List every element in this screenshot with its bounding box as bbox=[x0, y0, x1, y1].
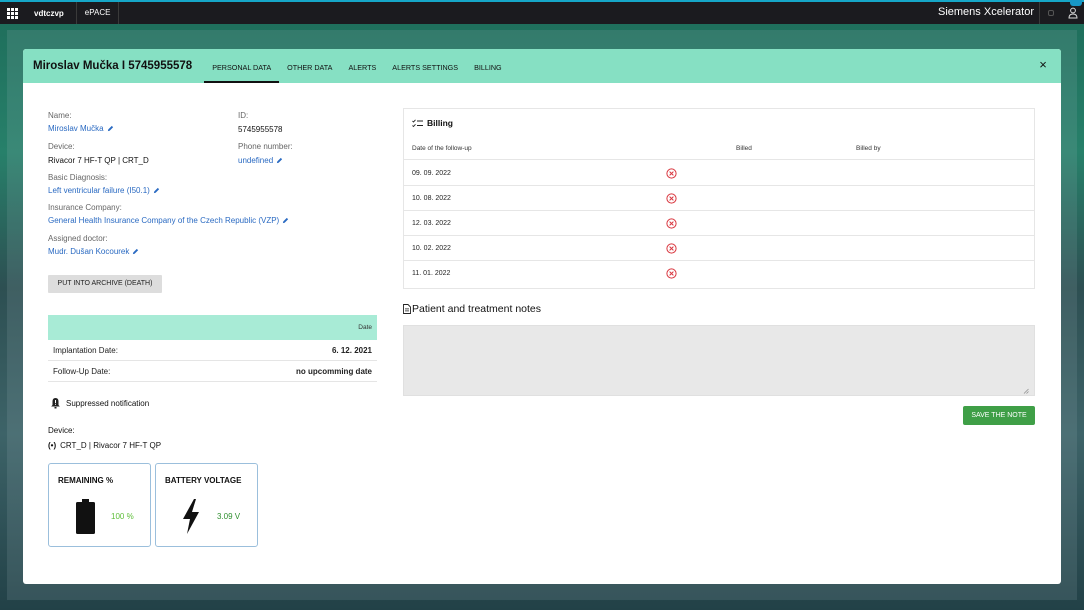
insurance-value-link[interactable]: General Health Insurance Company of the … bbox=[48, 216, 289, 225]
modal-title: Miroslav Mučka I 5745955578 bbox=[33, 60, 193, 72]
notes-title: Patient and treatment notes bbox=[403, 303, 541, 315]
module-tab[interactable]: ePACE bbox=[75, 2, 120, 24]
close-button[interactable]: × bbox=[1037, 58, 1049, 71]
remaining-card: REMAINING % 100 % bbox=[48, 463, 151, 547]
col-billed-by-header: Billed by bbox=[856, 145, 881, 152]
notes-title-text: Patient and treatment notes bbox=[412, 303, 541, 315]
lightning-icon bbox=[183, 499, 199, 534]
id-label: ID: bbox=[238, 111, 249, 120]
doctor-label: Assigned doctor: bbox=[48, 234, 108, 243]
tab-alerts[interactable]: ALERTS bbox=[340, 49, 384, 83]
document-icon bbox=[403, 304, 411, 314]
device-section-label: Device: bbox=[48, 426, 75, 435]
brand-name: Siemens Xcelerator bbox=[938, 6, 1034, 18]
phone-value: undefined bbox=[238, 156, 274, 165]
table-row: 10. 02. 2022 bbox=[404, 236, 1034, 261]
app-name[interactable]: vdtczvp bbox=[34, 9, 64, 18]
diagnosis-label: Basic Diagnosis: bbox=[48, 173, 108, 182]
modal-header: Miroslav Mučka I 5745955578 PERSONAL DAT… bbox=[23, 49, 1061, 83]
patient-modal: Miroslav Mučka I 5745955578 PERSONAL DAT… bbox=[23, 49, 1061, 584]
billing-header: Date of the follow-up Billed Billed by bbox=[404, 140, 1034, 160]
billing-date: 10. 08. 2022 bbox=[412, 195, 451, 202]
resize-grip-icon[interactable] bbox=[1023, 388, 1029, 394]
dates-table: Date Implantation Date: 6. 12. 2021 Foll… bbox=[48, 315, 377, 382]
id-value: 5745955578 bbox=[238, 125, 283, 134]
name-value-link[interactable]: Miroslav Mučka bbox=[48, 124, 114, 133]
tab-alerts-settings[interactable]: ALERTS SETTINGS bbox=[384, 49, 466, 83]
error-circle-icon[interactable] bbox=[666, 168, 677, 179]
followup-label: Follow-Up Date: bbox=[53, 366, 111, 376]
device-value: Rivacor 7 HF-T QP | CRT_D bbox=[48, 156, 149, 165]
billing-panel: Billing Date of the follow-up Billed Bil… bbox=[403, 108, 1035, 289]
phone-value-link[interactable]: undefined bbox=[238, 156, 283, 165]
doctor-value: Mudr. Dušan Kocourek bbox=[48, 247, 130, 256]
signal-icon: (•) bbox=[48, 441, 57, 450]
device-line: (•) CRT_D | Rivacor 7 HF-T QP bbox=[48, 441, 161, 450]
table-row: Implantation Date: 6. 12. 2021 bbox=[48, 340, 377, 361]
table-row: 10. 08. 2022 bbox=[404, 186, 1034, 211]
voltage-title: BATTERY VOLTAGE bbox=[165, 476, 242, 485]
pencil-icon[interactable] bbox=[107, 125, 114, 132]
phone-label: Phone number: bbox=[238, 142, 293, 151]
billing-date: 11. 01. 2022 bbox=[412, 270, 451, 277]
table-row: 11. 01. 2022 bbox=[404, 261, 1034, 286]
implantation-value: 6. 12. 2021 bbox=[331, 345, 372, 355]
save-note-button[interactable]: SAVE THE NOTE bbox=[963, 406, 1035, 425]
billing-date: 10. 02. 2022 bbox=[412, 245, 451, 252]
pencil-icon[interactable] bbox=[282, 217, 289, 224]
app-grid-icon[interactable] bbox=[7, 7, 18, 19]
error-circle-icon[interactable] bbox=[666, 193, 677, 204]
error-circle-icon[interactable] bbox=[666, 243, 677, 254]
col-billed-header: Billed bbox=[736, 145, 752, 152]
name-label: Name: bbox=[48, 111, 72, 120]
suppressed-text: Suppressed notification bbox=[66, 398, 150, 408]
pencil-icon[interactable] bbox=[276, 157, 283, 164]
notes-textarea[interactable] bbox=[403, 325, 1035, 396]
voltage-card: BATTERY VOLTAGE 3.09 V bbox=[155, 463, 258, 547]
insurance-label: Insurance Company: bbox=[48, 203, 122, 212]
diagnosis-value-link[interactable]: Left ventricular failure (I50.1) bbox=[48, 186, 160, 195]
table-row: Follow-Up Date: no upcomming date bbox=[48, 361, 377, 382]
user-icon[interactable] bbox=[1068, 7, 1078, 19]
archive-button[interactable]: PUT INTO ARCHIVE (DEATH) bbox=[48, 275, 162, 293]
tab-bar: PERSONAL DATA OTHER DATA ALERTS ALERTS S… bbox=[204, 49, 509, 83]
implantation-label: Implantation Date: bbox=[53, 345, 118, 355]
divider bbox=[1039, 2, 1040, 24]
voltage-value: 3.09 V bbox=[217, 512, 241, 521]
table-row: 09. 09. 2022 bbox=[404, 161, 1034, 186]
insurance-value: General Health Insurance Company of the … bbox=[48, 216, 280, 225]
alarm-bell-icon bbox=[51, 398, 60, 409]
billing-date: 12. 03. 2022 bbox=[412, 220, 451, 227]
remaining-value: 100 % bbox=[111, 512, 134, 521]
billing-title: Billing bbox=[412, 118, 453, 128]
battery-icon bbox=[76, 499, 95, 534]
error-circle-icon[interactable] bbox=[666, 268, 677, 279]
remaining-title: REMAINING % bbox=[58, 476, 114, 485]
checklist-icon bbox=[412, 118, 423, 127]
doctor-value-link[interactable]: Mudr. Dušan Kocourek bbox=[48, 247, 139, 256]
tab-personal-data[interactable]: PERSONAL DATA bbox=[204, 49, 280, 83]
dates-header: Date bbox=[48, 315, 377, 340]
error-circle-icon[interactable] bbox=[666, 218, 677, 229]
device-section-value: CRT_D | Rivacor 7 HF-T QP bbox=[60, 441, 162, 450]
notification-icon[interactable] bbox=[1048, 10, 1054, 16]
followup-value: no upcomming date bbox=[296, 366, 372, 376]
billing-title-text: Billing bbox=[427, 118, 453, 128]
top-bar: vdtczvp ePACE Siemens Xcelerator bbox=[0, 0, 1084, 24]
table-row: 12. 03. 2022 bbox=[404, 211, 1034, 236]
suppressed-notification: Suppressed notification bbox=[50, 397, 149, 409]
pencil-icon[interactable] bbox=[132, 248, 139, 255]
pencil-icon[interactable] bbox=[153, 187, 160, 194]
name-value: Miroslav Mučka bbox=[48, 124, 104, 133]
env-pill bbox=[1070, 0, 1082, 6]
col-date-header: Date of the follow-up bbox=[412, 145, 472, 152]
tab-billing[interactable]: BILLING bbox=[466, 49, 510, 83]
diagnosis-value: Left ventricular failure (I50.1) bbox=[48, 186, 150, 195]
tab-other-data[interactable]: OTHER DATA bbox=[279, 49, 340, 83]
billing-date: 09. 09. 2022 bbox=[412, 170, 451, 177]
device-label: Device: bbox=[48, 142, 75, 151]
